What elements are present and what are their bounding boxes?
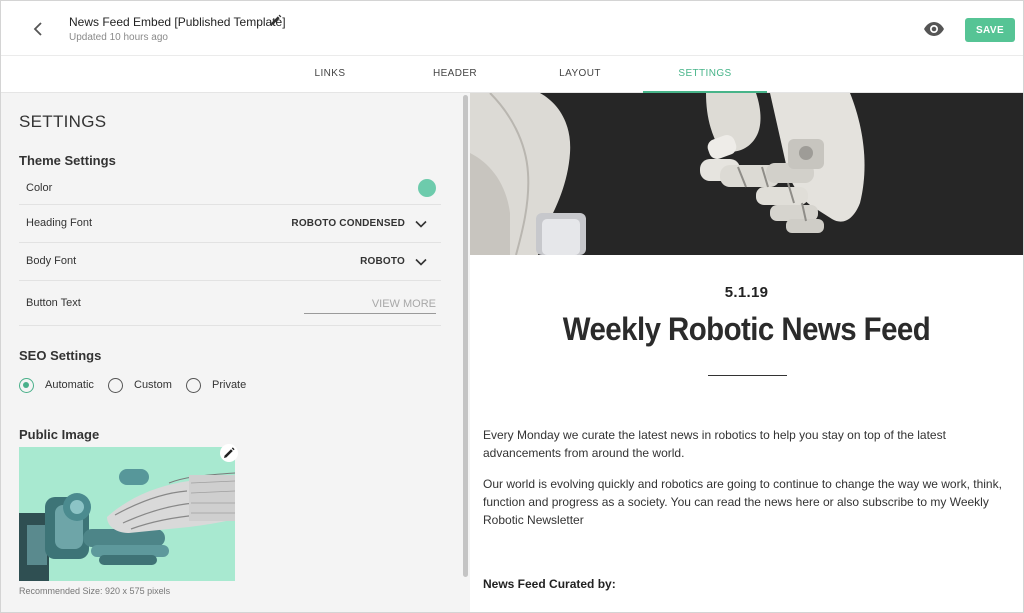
tab-settings[interactable]: SETTINGS [643,56,767,93]
heading-font-value[interactable]: ROBOTO CONDENSED [291,218,405,229]
tab-bar: LINKS HEADER LAYOUT SETTINGS [1,56,1023,93]
body-font-row[interactable]: Body Font ROBOTO [19,243,441,281]
radio-circle-checked [19,378,34,393]
preview-paragraph: Our world is evolving quickly and roboti… [483,477,1002,527]
radio-circle [186,378,201,393]
seo-radio-group: Automatic Custom Private [19,377,319,397]
radio-automatic-label: Automatic [45,379,94,391]
curated-by-heading: News Feed Curated by: [483,577,616,591]
robot-hand-image [470,93,1023,255]
scrollbar-thumb[interactable] [463,95,468,577]
radio-private[interactable]: Private [186,377,250,395]
preview-paragraph: Every Monday we curate the latest news i… [483,428,946,460]
chevron-down-icon[interactable] [415,220,427,228]
chevron-down-icon[interactable] [415,258,427,266]
radio-circle [108,378,123,393]
title-divider [708,375,787,376]
updated-timestamp: Updated 10 hours ago [69,32,168,43]
pencil-icon[interactable] [269,14,282,27]
recommended-size-note: Recommended Size: 920 x 575 pixels [19,586,171,596]
app-window: News Feed Embed [Published Template] Upd… [0,0,1024,613]
color-swatch[interactable] [418,179,436,197]
radio-private-label: Private [212,379,247,391]
radio-custom-label: Custom [134,379,172,391]
pencil-icon[interactable] [220,444,238,462]
color-row: Color [19,173,441,205]
preview-title: Weekly Robotic News Feed [562,311,931,347]
button-text-label: Button Text [26,297,81,309]
tab-layout[interactable]: LAYOUT [541,56,619,93]
panel-title: SETTINGS [19,112,107,131]
preview-date: 5.1.19 [724,284,769,301]
preview-pane: 5.1.19 Weekly Robotic News Feed Every Mo… [470,93,1023,612]
color-label: Color [26,182,53,194]
body-font-value[interactable]: ROBOTO [360,256,405,267]
save-button[interactable]: SAVE [965,18,1015,42]
button-text-input[interactable] [304,294,436,314]
body-font-label: Body Font [26,255,77,267]
heading-font-label: Heading Font [26,217,93,229]
public-image-heading: Public Image [19,427,100,442]
settings-panel: SETTINGS Theme Settings Color Heading Fo… [1,93,462,612]
tab-header[interactable]: HEADER [415,56,495,93]
eye-icon[interactable] [923,20,945,38]
top-bar: News Feed Embed [Published Template] Upd… [1,1,1023,56]
document-title: News Feed Embed [Published Template] [69,15,286,29]
seo-settings-heading: SEO Settings [19,348,102,363]
chevron-left-icon[interactable] [29,19,49,39]
radio-custom[interactable]: Custom [108,377,178,395]
radio-automatic[interactable]: Automatic [19,377,101,395]
robot-human-handshake-image [19,447,235,581]
hero-image [470,93,1023,255]
button-text-row: Button Text [19,281,441,326]
theme-settings-heading: Theme Settings [19,153,116,168]
public-image-thumbnail[interactable] [19,447,235,581]
tab-links[interactable]: LINKS [291,56,369,93]
heading-font-row[interactable]: Heading Font ROBOTO CONDENSED [19,205,441,243]
